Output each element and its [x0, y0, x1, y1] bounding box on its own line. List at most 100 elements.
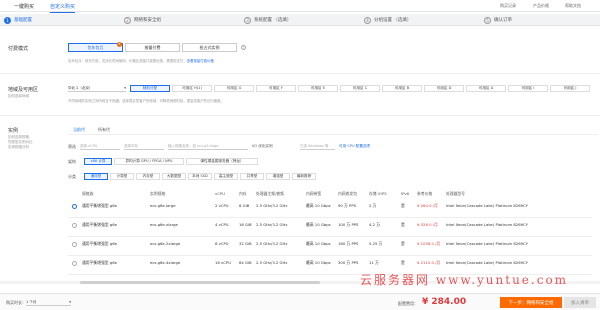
- cell-spec: ecs.g6e.xlarge: [150, 222, 178, 227]
- arch-bare-metal[interactable]: 弹性裸金属服务器（神龙）: [186, 158, 258, 165]
- cell-price: ¥ 2112.0 /月: [417, 260, 441, 265]
- region-select-value: 华北 2（北京）: [68, 85, 93, 90]
- cell-freq: 2.5 GHz/3.2 GHz: [256, 222, 288, 227]
- row-radio[interactable]: [72, 204, 77, 209]
- zone-option[interactable]: 可用区 I: [508, 85, 548, 92]
- category-option[interactable]: 内存型: [136, 173, 160, 180]
- duration-select[interactable]: 1 个月 ▾: [26, 299, 71, 306]
- table-row[interactable]: 通用平衡增强型 g6e ecs.g6e.2xlarge 8 vCPU 32 GiB 2.…: [68, 237, 592, 256]
- cell-iops: 2 万: [369, 203, 377, 208]
- zone-option[interactable]: 可用区 F: [256, 85, 296, 92]
- column-header: 实例规格: [150, 191, 166, 196]
- region-help-link[interactable]: 如何选择地域: [8, 94, 29, 99]
- product-price-link[interactable]: 产品价格: [533, 3, 549, 9]
- zone-option[interactable]: 可用区 G: [214, 85, 254, 92]
- tab-quick-buy[interactable]: 一键购买: [14, 3, 34, 10]
- cell-vcpu: 8 vCPU: [215, 241, 229, 246]
- top-bar: 一键购买 自定义购买 购买记录 产品价格 帮助文档: [0, 0, 600, 13]
- table-row[interactable]: 通用平衡增强型 g6e ecs.g6e.xlarge 4 vCPU 16 GiB 2.5…: [68, 218, 592, 237]
- zone-option[interactable]: 可用区 J: [550, 85, 590, 92]
- duration-value: 1 个月: [26, 299, 37, 304]
- billing-title: 付费模式: [8, 46, 29, 52]
- category-option[interactable]: 计算型: [110, 173, 134, 180]
- table-row[interactable]: 通用平衡增强型 g6e ecs.g6e.large 2 vCPU 8 GiB 2.5 G…: [68, 199, 592, 218]
- cell-freq: 2.5 GHz/3.2 GHz: [256, 241, 288, 246]
- zone-option[interactable]: 随机分配: [130, 85, 170, 92]
- os-filter[interactable]: 已选 Windows 等: [300, 143, 335, 150]
- cell-ipv6: 是: [401, 260, 405, 265]
- chevron-down-icon: ▾: [69, 300, 71, 304]
- zone-option[interactable]: 可用区 B: [382, 85, 422, 92]
- billing-subscription-button[interactable]: 包年包月: [68, 43, 123, 52]
- memory-filter[interactable]: 选择内存: [124, 143, 164, 150]
- region-select[interactable]: 华北 2（北京） ▾: [68, 85, 126, 92]
- payg-price-link[interactable]: 查看按量付费价格: [187, 59, 214, 63]
- tab-all-gen[interactable]: 所有代: [98, 127, 110, 133]
- divider: [68, 134, 598, 135]
- cell-cpu: Intel Xeon(Cascade Lake) Platinum 8269CY: [446, 241, 528, 246]
- row-radio[interactable]: [72, 242, 77, 247]
- zone-option[interactable]: 可用区 A: [466, 85, 506, 92]
- purchase-history-link[interactable]: 购买记录: [500, 3, 516, 9]
- add-to-list-button[interactable]: 加入清单: [564, 297, 596, 308]
- arch-x86[interactable]: x86 计算: [84, 158, 112, 165]
- column-header: 规格族: [82, 191, 94, 196]
- category-option[interactable]: 增强型: [266, 173, 290, 180]
- cell-iops: 5.25 万: [369, 241, 383, 246]
- step-system[interactable]: 3 系统配置 （选填）: [244, 16, 291, 24]
- zone-option[interactable]: 可用区 D: [424, 85, 464, 92]
- column-header: 处理器主频/睿频: [256, 191, 284, 196]
- category-option[interactable]: 通用型: [84, 173, 108, 180]
- category-option[interactable]: 本地 SSD: [188, 173, 212, 180]
- cell-pps: 100 万 PPS: [338, 222, 359, 227]
- category-option[interactable]: 最新推荐: [292, 173, 316, 180]
- step-confirm[interactable]: 5 确认订单: [484, 16, 512, 24]
- cell-price: ¥ 1056.0 /月: [417, 241, 441, 246]
- cell-cpu: Intel Xeon(Cascade Lake) Platinum 8269CY: [446, 203, 528, 208]
- vcpu-filter[interactable]: 选择 vCPU: [80, 143, 120, 150]
- billing-payg-button[interactable]: 按量付费: [125, 43, 180, 52]
- cell-mem: 64 GiB: [239, 260, 252, 265]
- billing-hint: 包年包月：按月付费，支持长时间使用，价格比按量付费更优惠，需提前支付，查看按量付…: [68, 58, 214, 63]
- help-icon[interactable]: ?: [241, 45, 246, 50]
- cell-price: ¥ 264.0 /月: [417, 203, 438, 208]
- cell-pps: 160 万 PPS: [338, 241, 359, 246]
- divider: [0, 73, 600, 74]
- scroll-thumb[interactable]: [80, 281, 320, 284]
- instance-help-link-3[interactable]: 实例规格分析: [8, 145, 29, 150]
- duration-label: 购买时长：: [6, 300, 26, 305]
- cell-spec: ecs.g6e.4xlarge: [150, 260, 181, 265]
- step-basic[interactable]: 1 基础配置: [4, 16, 32, 24]
- category-option[interactable]: 大数据型: [162, 173, 186, 180]
- help-doc-link[interactable]: 帮助文档: [565, 3, 581, 9]
- row-radio[interactable]: [72, 223, 77, 228]
- cell-ipv6: 是: [401, 203, 405, 208]
- chevron-down-icon: ▾: [124, 86, 126, 90]
- column-header: 内网收发包: [338, 191, 357, 196]
- category-label: 分类: [68, 174, 76, 179]
- cell-bw: 最高 10 Gbps: [306, 222, 331, 227]
- cell-family: 通用平衡增强型 g6e: [82, 260, 117, 265]
- spec-search-input[interactable]: 输入规格名称，如 ecs.g5.large: [168, 143, 248, 150]
- discount-badge-icon: ✦: [117, 42, 122, 47]
- cell-bw: 最高 10 Gbps: [306, 241, 331, 246]
- step-group[interactable]: 4 分组设置 （选填）: [364, 16, 411, 24]
- zone-option[interactable]: 可用区 E: [298, 85, 338, 92]
- column-header: 存储 IOPS: [369, 191, 387, 196]
- divider: [0, 115, 600, 116]
- cpu-option-link[interactable]: 可用 CPU 配置选项: [339, 144, 370, 149]
- zone-option[interactable]: 可用区 C: [340, 85, 380, 92]
- tab-custom-buy[interactable]: 自定义购买: [50, 3, 76, 13]
- column-header: IPv6: [401, 191, 410, 196]
- next-step-button[interactable]: 下一步：网络和安全组: [500, 297, 562, 308]
- step-network[interactable]: 2 网络和安全组: [124, 16, 161, 24]
- cell-mem: 16 GiB: [239, 222, 252, 227]
- zone-option[interactable]: 可用区 H(1): [172, 85, 212, 92]
- category-option[interactable]: 高主频型: [214, 173, 238, 180]
- row-radio[interactable]: [72, 261, 77, 266]
- io-optimized-checkbox[interactable]: I/O 优化实例: [252, 144, 273, 149]
- step-bar: 1 基础配置 2 网络和安全组 3 系统配置 （选填） 4 分组设置 （选填） 5 确认订…: [0, 14, 600, 26]
- billing-spot-button[interactable]: 抢占式实例: [182, 43, 237, 52]
- category-option[interactable]: 共享型: [240, 173, 264, 180]
- arch-gpu[interactable]: 异构计算 GPU / FPGA / NPU: [114, 158, 184, 165]
